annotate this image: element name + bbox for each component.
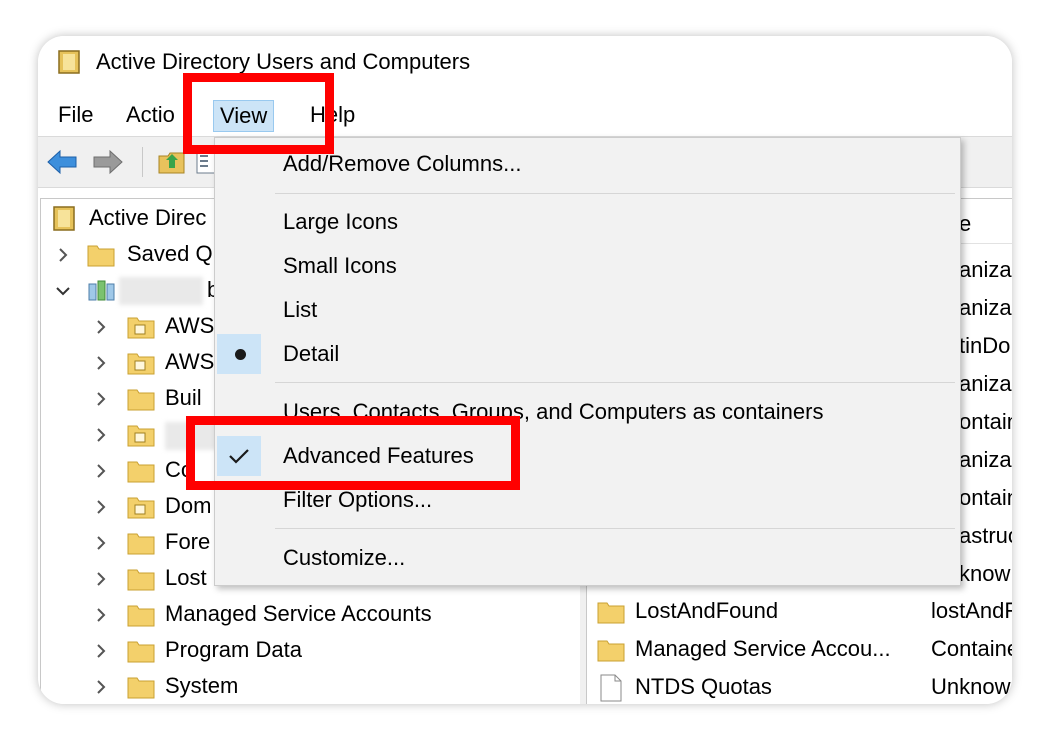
tree-item-label: AWS bbox=[165, 313, 215, 338]
chevron-right-icon[interactable] bbox=[93, 571, 109, 587]
folder-icon bbox=[597, 602, 625, 624]
row-type: lostAndF bbox=[931, 598, 1012, 623]
menu-item-label: Add/Remove Columns... bbox=[283, 151, 522, 176]
row-name: Managed Service Accou... bbox=[635, 636, 891, 661]
chevron-right-icon[interactable] bbox=[93, 679, 109, 695]
chevron-right-icon[interactable] bbox=[55, 247, 71, 263]
folder-icon bbox=[87, 245, 115, 267]
forward-arrow-icon[interactable] bbox=[92, 148, 124, 176]
folder-icon bbox=[127, 605, 155, 627]
row-name: NTDS Quotas bbox=[635, 674, 772, 699]
menu-item-label: Small Icons bbox=[283, 253, 397, 278]
tree-item-label: Managed Service Accounts bbox=[165, 601, 432, 626]
folder-icon bbox=[127, 461, 155, 483]
folder-icon bbox=[127, 641, 155, 663]
radio-mark-box bbox=[217, 334, 261, 374]
chevron-right-icon[interactable] bbox=[93, 463, 109, 479]
ou-folder-icon bbox=[127, 497, 155, 519]
menu-item-label: Large Icons bbox=[283, 209, 398, 234]
toolbar-separator bbox=[142, 147, 143, 177]
table-row[interactable]: NTDS Quotas Unknow bbox=[597, 673, 1012, 704]
tree-item-label: Dom bbox=[165, 493, 212, 518]
view-menu-dropdown: Add/Remove Columns... Large Icons Small … bbox=[214, 137, 961, 586]
table-row[interactable]: LostAndFound lostAndF bbox=[597, 597, 1012, 633]
tree-item-label: Saved Q bbox=[127, 241, 213, 266]
back-arrow-icon[interactable] bbox=[46, 148, 78, 176]
redacted-domain-name bbox=[119, 277, 203, 305]
chevron-right-icon[interactable] bbox=[93, 499, 109, 515]
menu-item-small-icons[interactable]: Small Icons bbox=[215, 245, 960, 287]
document-icon bbox=[600, 674, 622, 702]
folder-icon bbox=[597, 640, 625, 662]
chevron-right-icon[interactable] bbox=[93, 427, 109, 443]
chevron-right-icon[interactable] bbox=[93, 319, 109, 335]
chevron-right-icon[interactable] bbox=[93, 355, 109, 371]
ad-users-computers-icon bbox=[58, 50, 80, 74]
type-cell: ontaine bbox=[959, 409, 1012, 434]
chevron-right-icon[interactable] bbox=[93, 643, 109, 659]
menu-file[interactable]: File bbox=[52, 100, 99, 130]
table-row[interactable]: Managed Service Accou... Containe bbox=[597, 635, 1012, 671]
folder-icon bbox=[127, 677, 155, 699]
menu-item-label: List bbox=[283, 297, 318, 322]
tree-item-label: Lost bbox=[165, 565, 207, 590]
radio-bullet-icon bbox=[235, 349, 246, 360]
row-type: Containe bbox=[931, 636, 1012, 661]
chevron-down-icon[interactable] bbox=[55, 283, 71, 299]
ou-folder-icon bbox=[127, 425, 155, 447]
menu-action[interactable]: Actio bbox=[120, 100, 181, 130]
menu-item-detail[interactable]: Detail bbox=[215, 333, 960, 375]
tree-item-label: Fore bbox=[165, 529, 211, 554]
menu-separator bbox=[275, 528, 955, 529]
type-cell: astruc bbox=[959, 523, 1012, 548]
tree-item-label: Program Data bbox=[165, 637, 302, 662]
app-window: Active Directory Users and Computers Fil… bbox=[38, 36, 1012, 704]
type-cell: aniza bbox=[959, 295, 1012, 320]
menu-separator bbox=[275, 193, 955, 194]
domain-icon bbox=[88, 280, 115, 301]
folder-icon bbox=[127, 389, 155, 411]
highlight-box-advanced-features bbox=[186, 416, 520, 490]
menu-item-customize[interactable]: Customize... bbox=[215, 537, 960, 579]
menu-item-label: Customize... bbox=[283, 545, 406, 570]
window-title: Active Directory Users and Computers bbox=[96, 49, 471, 74]
type-cell: aniza bbox=[959, 257, 1012, 282]
menu-item-large-icons[interactable]: Large Icons bbox=[215, 201, 960, 243]
ad-root-icon bbox=[53, 206, 75, 231]
chevron-right-icon[interactable] bbox=[93, 607, 109, 623]
tree-item-label: System bbox=[165, 673, 239, 698]
menu-separator bbox=[275, 382, 955, 383]
ou-folder-icon bbox=[127, 353, 155, 375]
menu-item-label: Detail bbox=[283, 341, 340, 366]
type-cell: ontaine bbox=[959, 485, 1012, 510]
tree-root-label: Active Direc bbox=[89, 205, 207, 230]
type-cell: know bbox=[959, 561, 1011, 586]
highlight-box-view-menu bbox=[183, 73, 334, 154]
tree-item-label: Buil bbox=[165, 385, 202, 410]
row-name: LostAndFound bbox=[635, 598, 779, 623]
menu-item-label: Filter Options... bbox=[283, 487, 433, 512]
ou-folder-icon bbox=[127, 317, 155, 339]
chevron-right-icon[interactable] bbox=[93, 535, 109, 551]
type-cell: aniza bbox=[959, 447, 1012, 472]
type-cell: aniza bbox=[959, 371, 1012, 396]
row-type: Unknow bbox=[931, 674, 1011, 699]
chevron-right-icon[interactable] bbox=[93, 391, 109, 407]
menu-item-list[interactable]: List bbox=[215, 289, 960, 331]
tree-item-domain[interactable]: b bbox=[55, 275, 225, 309]
folder-icon bbox=[127, 533, 155, 555]
folder-icon bbox=[127, 569, 155, 591]
tree-item-label: AWS bbox=[165, 349, 215, 374]
type-cell: tinDo bbox=[959, 333, 1011, 358]
